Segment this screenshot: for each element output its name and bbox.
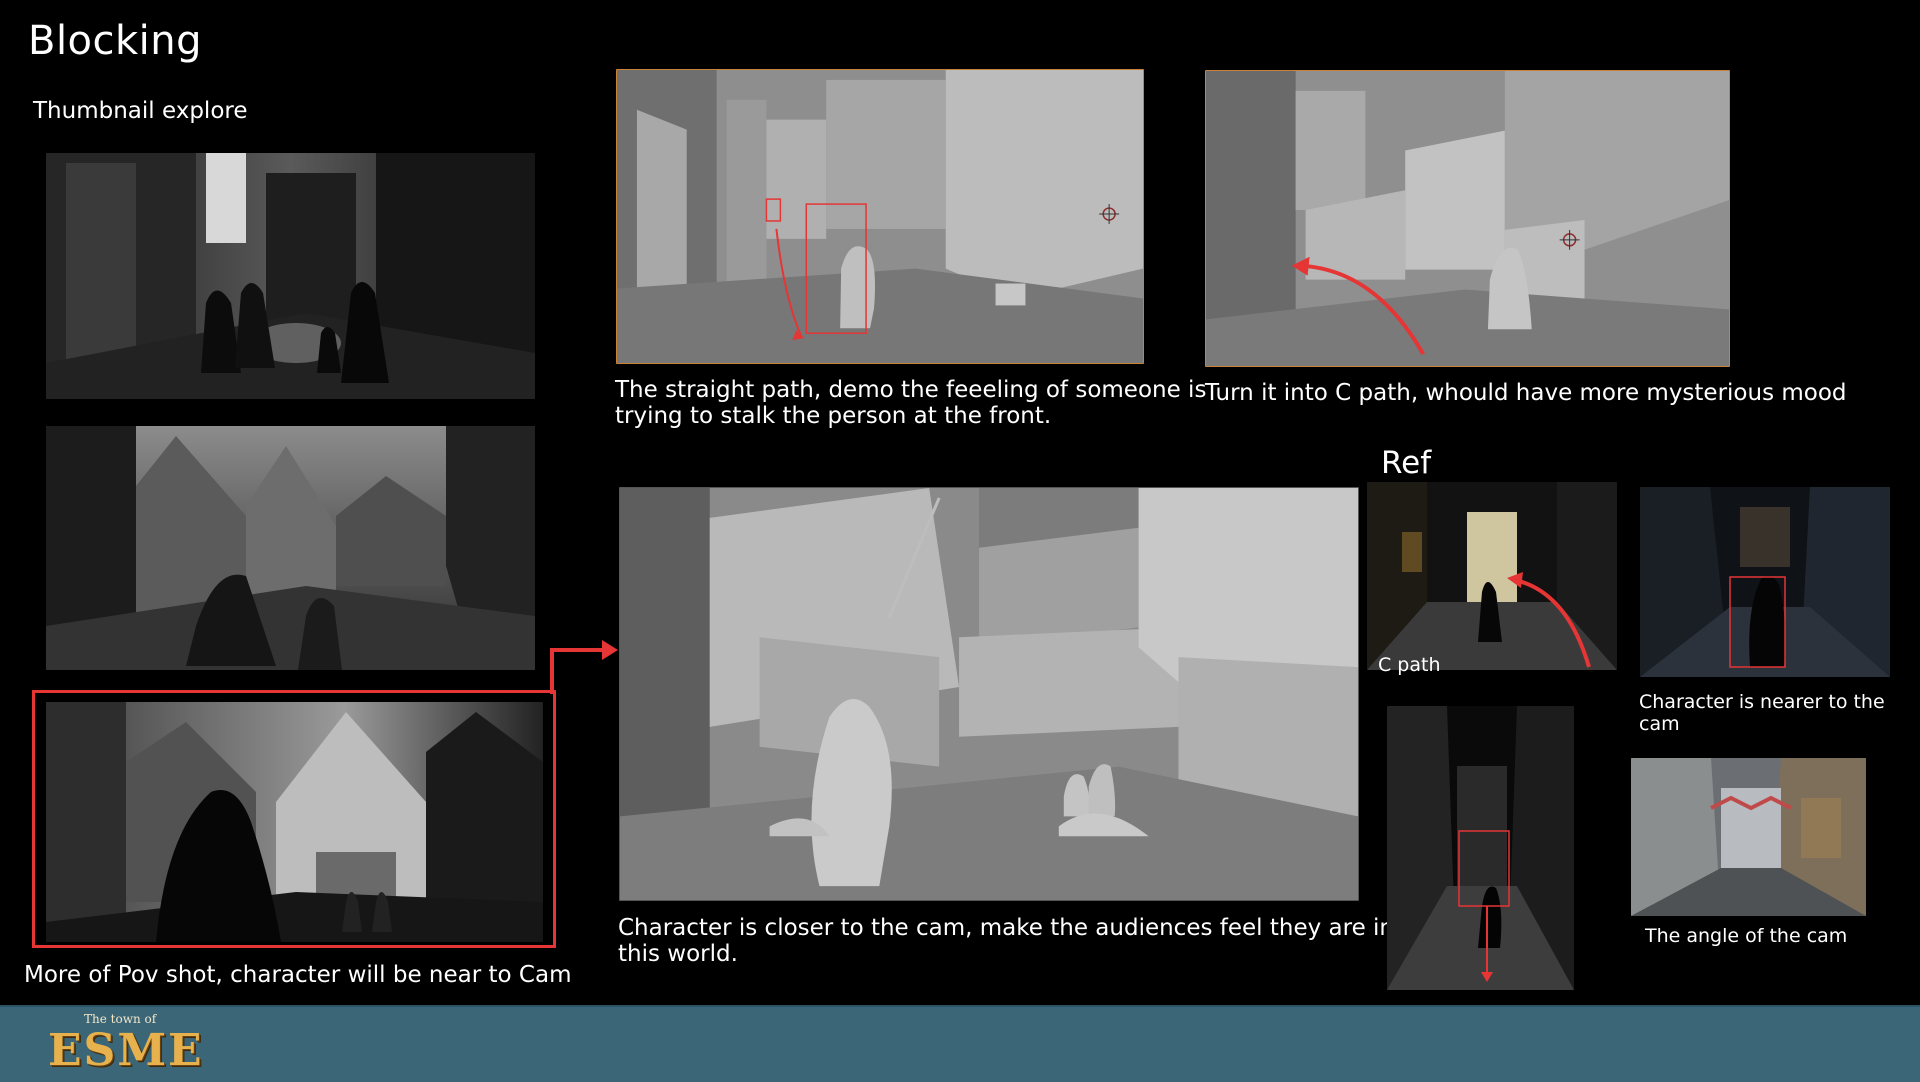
ref-image-nearer-image — [1640, 487, 1890, 677]
section-subtitle: Thumbnail explore — [33, 98, 248, 124]
caption-ref-nearer: Character is nearer to the cam — [1639, 691, 1885, 735]
highlight-frame — [32, 690, 556, 948]
thumbnail-2-image — [46, 426, 535, 670]
page-title: Blocking — [28, 18, 203, 64]
thumbnail-2[interactable] — [46, 426, 535, 670]
ref-image-angle-image — [1631, 758, 1866, 916]
footer-bar — [0, 1005, 1920, 1082]
ref-image-c-path[interactable] — [1367, 482, 1617, 670]
thumbnail-1-image — [46, 153, 535, 399]
thumbnail-1[interactable] — [46, 153, 535, 399]
render-straight-path[interactable] — [616, 69, 1144, 364]
caption-ref-c-path: C path — [1378, 654, 1441, 676]
caption-ref-angle: The angle of the cam — [1645, 925, 1848, 947]
ref-image-nearer[interactable] — [1640, 487, 1890, 677]
ref-section-title: Ref — [1381, 445, 1432, 481]
render-close-up[interactable] — [619, 487, 1359, 901]
ref-image-c-path-image — [1367, 482, 1617, 670]
render-close-up-image — [620, 488, 1358, 900]
caption-thumbnail-3: More of Pov shot, character will be near… — [24, 962, 572, 988]
render-c-path-image — [1206, 71, 1729, 366]
ref-image-alley[interactable] — [1387, 706, 1574, 990]
logo-tagline: The town of — [84, 1012, 157, 1026]
render-c-path[interactable] — [1205, 70, 1730, 367]
arrow-icon — [550, 640, 618, 694]
ref-image-alley-image — [1387, 706, 1574, 990]
logo-esme: ESME — [48, 1025, 204, 1076]
caption-c-path: Turn it into C path, whould have more my… — [1205, 380, 1847, 406]
caption-straight-path: The straight path, demo the feeeling of … — [615, 377, 1207, 429]
ref-image-angle[interactable] — [1631, 758, 1866, 916]
render-straight-path-image — [617, 70, 1143, 363]
caption-close-up: Character is closer to the cam, make the… — [618, 915, 1395, 967]
